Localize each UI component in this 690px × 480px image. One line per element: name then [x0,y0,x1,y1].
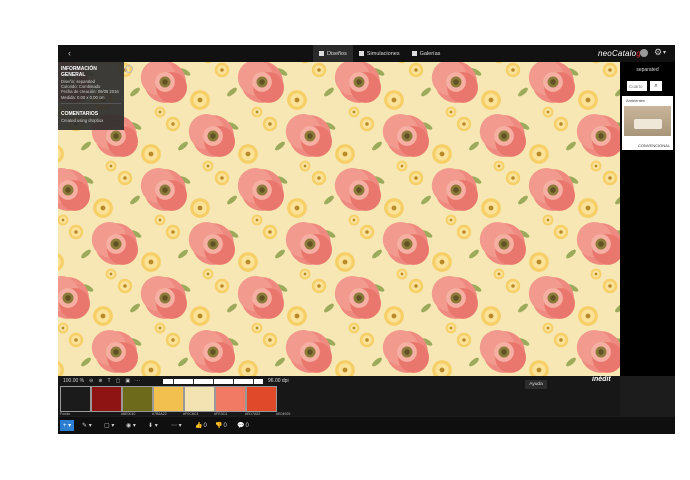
swatch-code: #8E0010 [121,412,136,416]
dislike-count: 0 [223,422,227,429]
color-swatch[interactable] [153,386,184,412]
image-icon [358,51,364,56]
color-swatch[interactable] [215,386,246,412]
comment-icon: 💬 [237,423,245,429]
search-input[interactable] [627,81,647,91]
gear-icon[interactable]: ⚙ [654,47,662,58]
tab-label: Galerías [419,50,441,57]
zoom-in-icon[interactable]: ⊕ [98,378,102,384]
tab-disenos[interactable]: Diseños [313,45,353,62]
card-label: Ambientes [626,98,645,103]
dpi-value: 96.00 dpi [268,378,289,384]
swatch-code: #F0C8C4 [183,412,199,416]
more-icon[interactable]: ⋯ ▾ [171,420,182,431]
text-icon[interactable]: T [108,378,111,384]
info-line: Medida: 0.00 x 0.00 cm [61,94,105,100]
swatch-code: #7B6A22 [152,412,167,416]
right-panel: separated ⌕ Ambientes CONVENCIONAL [620,62,675,376]
chevron-down-icon[interactable]: ▾ [663,49,666,56]
color-swatch[interactable] [60,386,91,412]
color-swatch[interactable] [91,386,122,412]
book-icon [411,51,417,56]
card-tag: CONVENCIONAL [637,143,670,148]
eye-icon[interactable]: ◉ ▾ [126,420,136,431]
avatar[interactable] [640,49,648,57]
thumbs-up-icon: 👍 [195,423,203,429]
inedit-logo: inédit [592,376,611,383]
info-title: INFORMACIÓN GENERAL [61,66,97,78]
tab-label: Simulaciones [366,50,400,57]
help-button[interactable]: Ayuda [525,380,547,389]
info-line: Fecha de creación: 06/05 2016 [61,89,119,95]
thumbs-down-icon: 👎 [215,423,223,429]
edit-box-icon[interactable]: ▢ ▾ [104,420,114,431]
tab-simulaciones[interactable]: Simulaciones [353,45,406,62]
back-chevron-icon[interactable]: ‹ [68,48,71,58]
info-panel: INFORMACIÓN GENERAL Diseño: separated Co… [58,62,124,130]
frame-icon[interactable]: ▢ [116,378,121,384]
more-icon[interactable]: ⋯ [135,378,140,384]
brand-logo: neoCatalog [598,49,641,58]
floral-pattern [58,62,620,376]
top-bar: ‹ Diseños Simulaciones Galerías neoCatal… [58,45,675,62]
scale-ruler [163,379,263,384]
dislike-button[interactable]: 👎 0 [215,420,227,431]
download-icon[interactable]: ⬇ ▾ [148,420,158,431]
like-count: 0 [203,422,207,429]
add-button[interactable]: + ▾ [60,420,75,431]
color-swatch[interactable] [246,386,277,412]
design-canvas[interactable] [58,62,620,376]
comments-title: COMENTARIOS [61,110,99,117]
zoom-level[interactable]: 100.00 % [63,378,84,384]
panel-title: separated [636,67,659,73]
simulation-card[interactable]: Ambientes CONVENCIONAL [622,96,673,150]
image-icon[interactable]: ▣ [125,378,130,384]
fondo-label: Fondo [60,412,71,416]
tab-galerias[interactable]: Galerías [406,45,447,62]
color-swatch[interactable] [122,386,153,412]
main-tabs: Diseños Simulaciones Galerías [313,45,446,62]
comment-button[interactable]: 💬 0 [237,420,249,431]
zoom-out-icon[interactable]: ⊖ [89,378,93,384]
room-thumbnail [624,106,671,136]
info-icon[interactable]: i [125,65,133,73]
swatch-code: #ED7A52 [245,412,261,416]
divider [61,102,121,104]
comment-count: 0 [245,422,249,429]
swatch-code: #E04925 [276,412,291,416]
grid-icon [319,51,324,56]
tab-label: Diseños [327,50,347,57]
search-icon[interactable]: ⌕ [650,81,662,91]
bottom-toolbar: + ▾ ✎ ▾ ▢ ▾ ◉ ▾ ⬇ ▾ ⋯ ▾ 👍 0 👎 0 💬 0 [58,417,675,434]
like-button[interactable]: 👍 0 [195,420,207,431]
color-swatch[interactable] [184,386,215,412]
app-window: ‹ Diseños Simulaciones Galerías neoCatal… [58,45,675,434]
sofa-image [634,119,662,129]
swatch-code: #FE3C4 [214,412,228,416]
pencil-icon[interactable]: ✎ ▾ [82,420,92,431]
comment-text: Created using dropbox [61,117,104,123]
